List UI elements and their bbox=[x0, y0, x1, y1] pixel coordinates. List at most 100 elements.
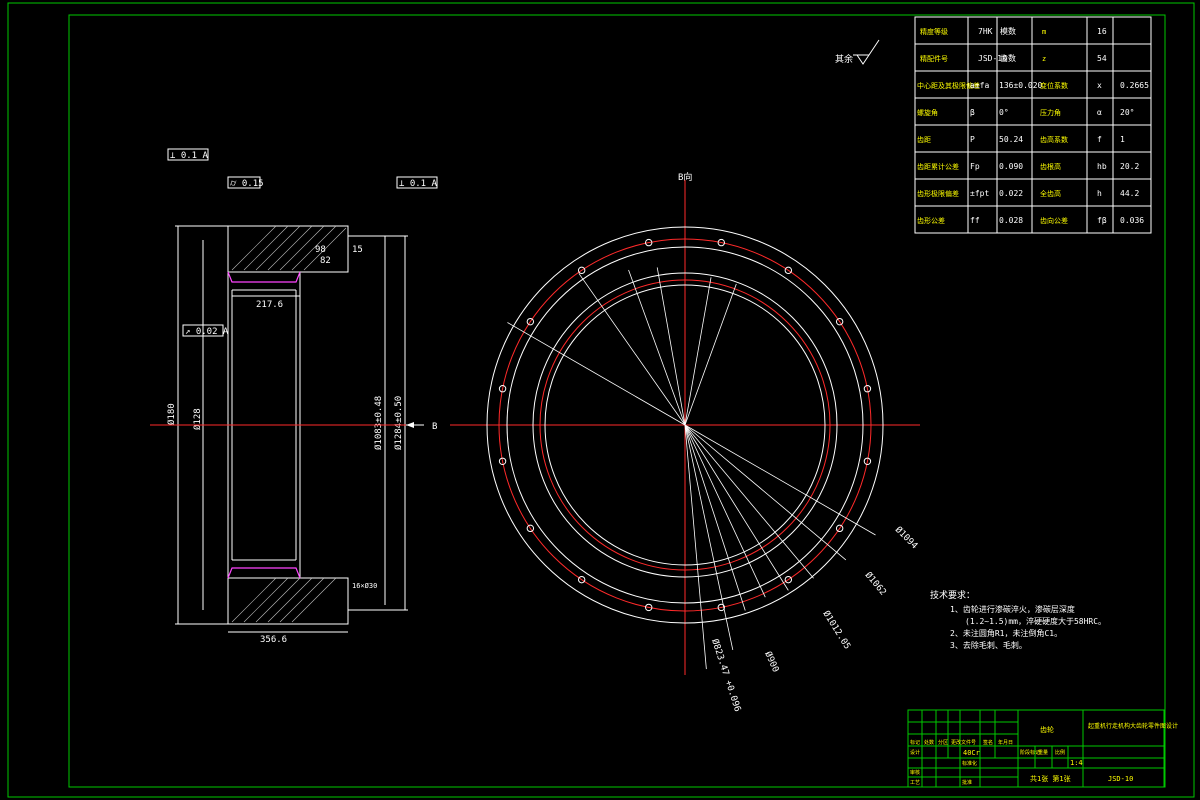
dim-98: 98 bbox=[315, 245, 326, 255]
tech-req-2: 2、未注圆角R1，未注倒角C1。 bbox=[950, 628, 1062, 638]
table-cell: 全齿高 bbox=[1040, 189, 1061, 198]
label-d1094: Ø1094 bbox=[893, 524, 920, 551]
table-cell: 0° bbox=[999, 108, 1009, 117]
table-cell: x bbox=[1097, 81, 1102, 90]
scale: 1:4 bbox=[1070, 759, 1083, 767]
table-cell: 精配件号 bbox=[920, 54, 948, 63]
label-d900: Ø900 bbox=[762, 650, 781, 674]
radial-leader bbox=[684, 283, 737, 426]
table-cell: 变位系数 bbox=[1040, 81, 1068, 90]
table-cell: 0.028 bbox=[999, 216, 1023, 225]
title-block-label: 更改文件号 bbox=[951, 739, 976, 746]
table-cell: 44.2 bbox=[1120, 189, 1139, 198]
tech-req-title: 技术要求： bbox=[930, 589, 975, 601]
title-block-label: 比例 bbox=[1055, 749, 1065, 756]
flatness-tolerance: ⊥ 0.1 A bbox=[170, 151, 209, 161]
table-cell: 50.24 bbox=[999, 135, 1023, 144]
table-cell: fβ bbox=[1097, 216, 1107, 225]
dim-width-217: 217.6 bbox=[256, 300, 283, 310]
table-cell: z bbox=[1042, 55, 1046, 63]
title-block-label: 重量 bbox=[1038, 749, 1048, 756]
table-cell: 齿数 bbox=[1000, 53, 1016, 63]
radial-leader bbox=[684, 424, 707, 670]
table-cell: Fp bbox=[970, 162, 980, 171]
table-cell: ff bbox=[970, 216, 980, 225]
drawing-number: JSD-10 bbox=[1108, 775, 1133, 783]
title-block-label: 签名 bbox=[983, 739, 993, 746]
dimension-leaders bbox=[507, 267, 876, 670]
tech-req-1: 1、齿轮进行渗碳淬火，渗碳层深度 bbox=[950, 604, 1075, 614]
lower-rim bbox=[227, 577, 349, 625]
table-cell: 136±0.020 bbox=[999, 81, 1043, 90]
runout-tolerance: ↗ 0.02 A bbox=[185, 327, 229, 337]
table-cell: 0.022 bbox=[999, 189, 1023, 198]
table-cell: a±fa bbox=[970, 81, 989, 90]
table-cell: 精度等级 bbox=[920, 27, 948, 36]
table-cell: α bbox=[1097, 108, 1102, 117]
outer-frame bbox=[7, 2, 1195, 798]
table-cell: β bbox=[970, 108, 975, 117]
title-block-label: 批准 bbox=[962, 779, 972, 786]
material: 40Cr bbox=[963, 749, 980, 757]
label-d1062: Ø1062 bbox=[863, 570, 889, 598]
title-block-label: 年月日 bbox=[998, 739, 1013, 746]
table-cell: 齿形极限偏差 bbox=[917, 189, 959, 198]
radial-leader bbox=[656, 267, 686, 426]
table-cell: 螺旋角 bbox=[917, 108, 938, 117]
table-cell: 20° bbox=[1120, 108, 1134, 117]
table-cell: 54 bbox=[1097, 54, 1107, 63]
dim-d180: Ø180 bbox=[166, 403, 177, 425]
table-cell: 齿根高 bbox=[1040, 162, 1061, 171]
perp-tolerance: ⊥ 0.1 A bbox=[399, 179, 438, 189]
table-cell: 模数 bbox=[1000, 26, 1016, 36]
lower-chamfer bbox=[227, 567, 301, 579]
radial-leader bbox=[684, 277, 712, 426]
table-cell: f bbox=[1097, 135, 1102, 144]
table-cell: 齿距 bbox=[917, 136, 931, 144]
table-cell: 0.036 bbox=[1120, 216, 1144, 225]
table-cell: h bbox=[1097, 189, 1102, 198]
upper-chamfer bbox=[227, 271, 301, 283]
title-block-label: 分区 bbox=[938, 739, 948, 746]
cad-drawing: ⊥ 0.1 A ⌭ 0.15 ⊥ 0.1 A ↗ 0.02 A Ø180 Ø12… bbox=[7, 2, 1195, 798]
title-block: 齿轮 起重机行走机构大齿轮零件图设计 40Cr 1:4 共1张 第1张 JSD-… bbox=[907, 709, 1178, 788]
dim-15: 15 bbox=[352, 245, 363, 255]
table-cell: hb bbox=[1097, 162, 1107, 171]
radial-leader bbox=[684, 424, 876, 536]
title-block-label: 阶段标记 bbox=[1020, 749, 1040, 756]
table-cell: 齿高系数 bbox=[1040, 135, 1068, 144]
label-d823: Ø823.47 +0.096 bbox=[709, 638, 743, 714]
table-cell: 齿形公差 bbox=[917, 216, 945, 225]
dim-d128: Ø128 bbox=[192, 408, 203, 430]
sheet-number: 共1张 第1张 bbox=[1030, 774, 1071, 783]
cyl-tolerance: ⌭ 0.15 bbox=[230, 179, 264, 189]
part-name: 齿轮 bbox=[1040, 725, 1054, 734]
table-cell: 齿向公差 bbox=[1040, 216, 1068, 225]
title-block-label: 工艺 bbox=[910, 780, 920, 786]
table-cell: 0.090 bbox=[999, 162, 1023, 171]
radial-leader bbox=[628, 269, 686, 426]
roughness-symbol bbox=[856, 39, 880, 65]
radial-leader bbox=[684, 424, 789, 591]
dim-root-diameter: Ø1083±0.48 bbox=[373, 396, 384, 450]
tech-req-3: 3、去除毛刺、毛刺。 bbox=[950, 640, 1027, 650]
technical-requirements: 技术要求： 1、齿轮进行渗碳淬火，渗碳层深度 (1.2~1.5)mm，淬硬硬度大… bbox=[930, 589, 1106, 650]
radial-leader bbox=[578, 273, 686, 426]
title-main: 起重机行走机构大齿轮零件图设计 bbox=[1088, 722, 1178, 730]
table-cell: 16 bbox=[1097, 27, 1107, 36]
tech-req-1b: (1.2~1.5)mm，淬硬硬度大于58HRC。 bbox=[965, 616, 1106, 626]
roughness-note: 其余 bbox=[835, 53, 853, 65]
dim-width-356: 356.6 bbox=[260, 635, 287, 645]
table-cell: 0.2665 bbox=[1120, 81, 1149, 90]
inner-frame bbox=[68, 14, 1166, 788]
gear-view: B向 Ø1094 Ø1062 Ø1012.05 Ø900 Ø823.47 +0.… bbox=[450, 39, 920, 714]
table-cell: 7HK bbox=[978, 27, 993, 36]
table-cell: 1 bbox=[1120, 135, 1125, 144]
title-block-label: 设计 bbox=[910, 749, 920, 756]
table-cell: P bbox=[970, 135, 975, 144]
label-d1012: Ø1012.05 bbox=[820, 609, 852, 652]
table-cell: 齿距累计公差 bbox=[917, 162, 959, 171]
lower-hatch bbox=[231, 577, 337, 623]
dim-82: 82 bbox=[320, 256, 331, 266]
title-block-label: 标准化 bbox=[962, 760, 977, 767]
